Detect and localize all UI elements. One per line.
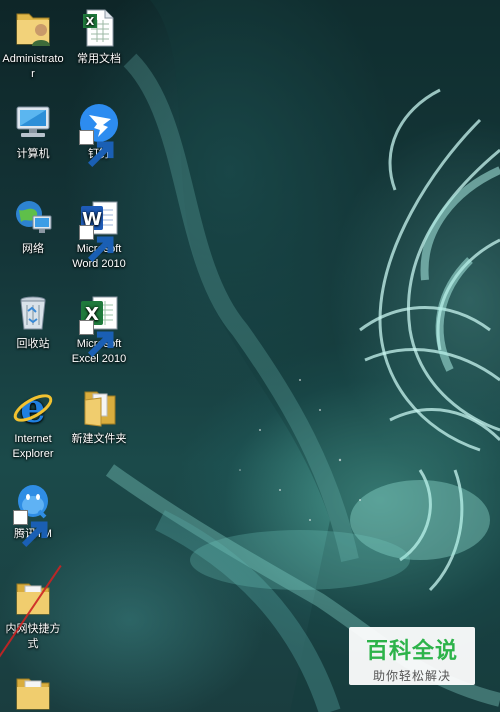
shortcut-arrow-icon [79,130,114,168]
icon-label: 网络 [22,243,44,255]
desktop-icon-tencent-tim[interactable]: 腾讯TM [0,481,66,548]
network-icon [11,196,55,240]
icon-label: 计算机 [16,148,50,160]
word-icon: W [77,196,121,263]
folder-icon [11,671,55,712]
dingtalk-icon [77,101,121,168]
icon-label: 回收站 [16,338,50,350]
icon-label: Administrator [2,53,64,80]
excel-document-icon: X [77,6,121,50]
baike-watermark: 百科全说 助你轻松解决 [349,627,475,685]
excel-icon: X [77,291,121,358]
desktop-icon-word-2010[interactable]: W Microsoft Word 2010 [66,196,132,272]
desktop-icon-dingding[interactable]: 钉钉 [66,101,132,168]
desktop-icon-new-folder[interactable]: 新建文件夹 [66,386,132,447]
computer-icon [11,101,55,145]
desktop-icon-folder-bottom[interactable] [0,671,66,712]
desktop-icon-internet-explorer[interactable]: e Internet Explorer [0,386,66,462]
icon-label: 新建文件夹 [71,433,127,445]
shortcut-arrow-icon [79,320,114,358]
recycle-bin-icon [11,291,55,335]
desktop-icon-computer[interactable]: 计算机 [0,101,66,162]
desktop-icon-recycle-bin[interactable]: 回收站 [0,291,66,352]
svg-text:X: X [86,15,95,28]
icon-label: Internet Explorer [12,433,54,460]
shortcut-arrow-icon [79,225,114,263]
desktop[interactable]: Administrator 计算机 网络 回收站 e Internet Expl… [0,0,500,712]
desktop-icon-excel-2010[interactable]: X Microsoft Excel 2010 [66,291,132,367]
icon-label: 常用文档 [77,53,121,65]
watermark-subtitle: 助你轻松解决 [372,669,451,683]
svg-text:e: e [20,386,45,430]
desktop-icon-network[interactable]: 网络 [0,196,66,257]
internet-explorer-icon: e [11,386,55,430]
desktop-icon-changyong-wendang[interactable]: X 常用文档 [66,6,132,67]
shortcut-arrow-icon [13,510,48,548]
user-folder-icon [11,6,55,50]
tencent-tim-icon [11,481,55,548]
watermark-title: 百科全说 [365,639,458,664]
desktop-icon-administrator[interactable]: Administrator [0,6,66,82]
folder-icon [77,386,121,430]
